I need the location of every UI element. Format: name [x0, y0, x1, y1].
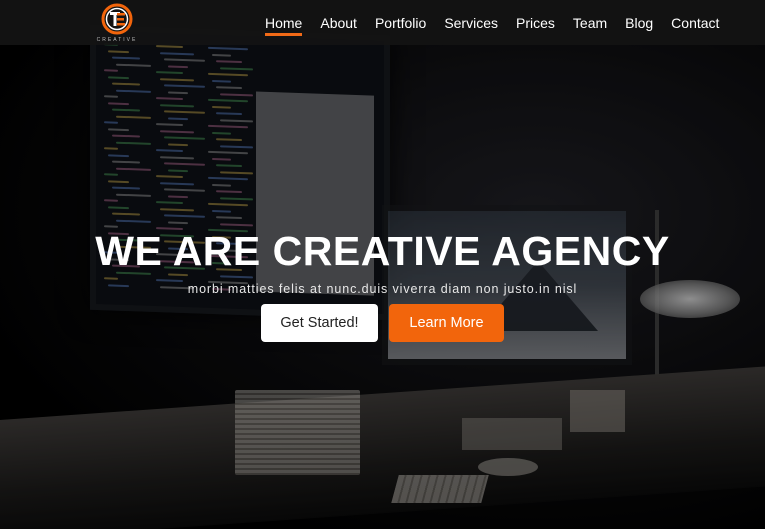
get-started-button[interactable]: Get Started! [261, 304, 378, 342]
nav-item-team[interactable]: Team [573, 15, 607, 31]
hero-subtitle: morbi matties felis at nunc.duis viverra… [187, 282, 578, 296]
main-navigation: Home About Portfolio Services Prices Team Blog… [265, 15, 737, 36]
brand-logo[interactable]: CREATIVE [88, 2, 146, 44]
top-navbar: CREATIVE Home About Portfolio Services Price… [0, 0, 765, 45]
nav-item-contact[interactable]: Contact [671, 15, 719, 31]
logo-mark-icon [101, 3, 133, 35]
learn-more-button[interactable]: Learn More [389, 304, 504, 342]
nav-item-blog[interactable]: Blog [625, 15, 653, 31]
nav-item-portfolio[interactable]: Portfolio [375, 15, 426, 31]
hero-title: WE ARE CREATIVE AGENCY [95, 228, 670, 274]
nav-item-prices[interactable]: Prices [516, 15, 555, 31]
nav-item-home[interactable]: Home [265, 15, 303, 36]
nav-item-services[interactable]: Services [444, 15, 498, 31]
logo-wordmark: CREATIVE [96, 37, 138, 43]
nav-item-about[interactable]: About [320, 15, 357, 31]
